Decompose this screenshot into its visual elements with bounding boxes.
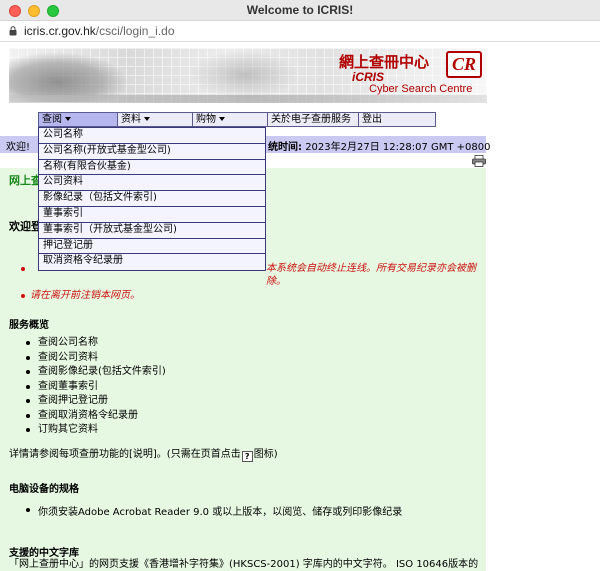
banner-photo-center — [189, 50, 299, 100]
dropdown-item-director-index-ofc[interactable]: 董事索引（开放式基金型公司) — [39, 222, 265, 239]
service-item: 查阅押记登记册 — [26, 394, 166, 409]
dropdown-item-lpf-name[interactable]: 名称(有限合伙基金) — [39, 159, 265, 176]
equipment-spec-title: 电脑设备的规格 — [9, 484, 79, 495]
services-list: 查阅公司名称 查阅公司资料 查阅影像纪录(包括文件索引) 查阅董事索引 查阅押记… — [26, 336, 166, 438]
url-path: /csci/login_i.do — [95, 24, 175, 38]
help-text-before: 详情请参阅每项查册功能的[说明]。(只需在页首点击 — [9, 449, 241, 460]
menu-search-label: 查阅 — [42, 114, 62, 125]
lock-icon — [9, 26, 17, 36]
service-item: 查阅董事索引 — [26, 380, 166, 395]
banner-stripe — [9, 95, 487, 103]
dropdown-item-charges-register[interactable]: 押记登记册 — [39, 238, 265, 255]
caret-down-icon — [144, 117, 150, 121]
services-overview-title: 服务概览 — [9, 320, 49, 331]
address-bar[interactable]: icris.cr.gov.hk/csci/login_i.do — [0, 21, 600, 42]
search-dropdown-menu: 公司名称 公司名称(开放式基金型公司) 名称(有限合伙基金) 公司资料 影像纪录… — [38, 127, 266, 272]
cr-logo: CR — [446, 51, 482, 78]
equipment-note: 你须安装Adobe Acrobat Reader 9.0 或以上版本，以阅览、储… — [25, 503, 402, 518]
menu-info[interactable]: 资料 — [117, 112, 193, 127]
menu-shopping-label: 购物 — [196, 114, 216, 125]
menu-about[interactable]: 关於电子查册服务 — [267, 112, 359, 127]
service-item: 查阅公司名称 — [26, 336, 166, 351]
banner-title-cn: 網上查冊中心 — [339, 53, 430, 71]
dropdown-item-image-records[interactable]: 影像纪录（包括文件索引) — [39, 191, 265, 207]
service-item: 查阅影像纪录(包括文件索引) — [26, 365, 166, 380]
url-text[interactable]: icris.cr.gov.hk/csci/login_i.do — [24, 24, 175, 38]
caret-down-icon — [65, 117, 71, 121]
banner-subtitle-en: Cyber Search Centre — [369, 83, 473, 95]
main-menu-bar: 查阅 资料 购物 关於电子查册服务 登出 — [38, 112, 436, 127]
service-item: 查阅取消资格令纪录册 — [26, 409, 166, 424]
menu-shopping[interactable]: 购物 — [192, 112, 268, 127]
font-support-text: 「网上查册中心」的网页支援《香港增补字符集》(HKSCS-2001) 字库内的中… — [9, 559, 479, 570]
menu-logout[interactable]: 登出 — [358, 112, 436, 127]
font-support-title: 支援的中文字库 — [9, 548, 79, 559]
window-titlebar: Welcome to ICRIS! — [0, 0, 600, 21]
url-host: icris.cr.gov.hk — [24, 24, 96, 38]
menu-logout-label: 登出 — [362, 114, 382, 125]
help-instructions: 详情请参阅每项查册功能的[说明]。(只需在页首点击? 图标) — [9, 448, 278, 462]
banner-title-en: iCRIS — [352, 70, 385, 84]
caret-down-icon — [219, 117, 225, 121]
dropdown-item-company-info[interactable]: 公司资料 — [39, 175, 265, 192]
help-icon: ? — [241, 451, 253, 462]
dropdown-item-director-index[interactable]: 董事索引 — [39, 206, 265, 223]
printer-icon[interactable] — [472, 155, 486, 167]
menu-info-label: 资料 — [121, 114, 141, 125]
dropdown-item-company-name-ofc[interactable]: 公司名称(开放式基金型公司) — [39, 143, 265, 160]
welcome-greeting: 欢迎! — [6, 142, 31, 153]
session-note-logout: 请在离开前注销本网页。 — [21, 289, 480, 302]
dropdown-item-company-name[interactable]: 公司名称 — [39, 128, 265, 144]
system-time-value: 2023年2月27日 12:28:07 GMT +0800 — [305, 142, 491, 153]
system-time-label: 统时间: — [268, 142, 302, 153]
site-banner: 網上查冊中心 iCRIS Cyber Search Centre CR — [9, 48, 487, 103]
service-item: 查阅公司资料 — [26, 351, 166, 366]
menu-search[interactable]: 查阅 — [38, 112, 118, 127]
window-title: Welcome to ICRIS! — [246, 3, 354, 17]
dropdown-item-disqualification-register[interactable]: 取消资格令纪录册 — [39, 254, 265, 271]
system-time: 统时间: 2023年2月27日 12:28:07 GMT +0800 — [268, 138, 491, 153]
help-text-after: 图标) — [253, 449, 278, 460]
service-item: 订购其它资料 — [26, 423, 166, 438]
menu-about-label: 关於电子查册服务 — [271, 114, 351, 125]
